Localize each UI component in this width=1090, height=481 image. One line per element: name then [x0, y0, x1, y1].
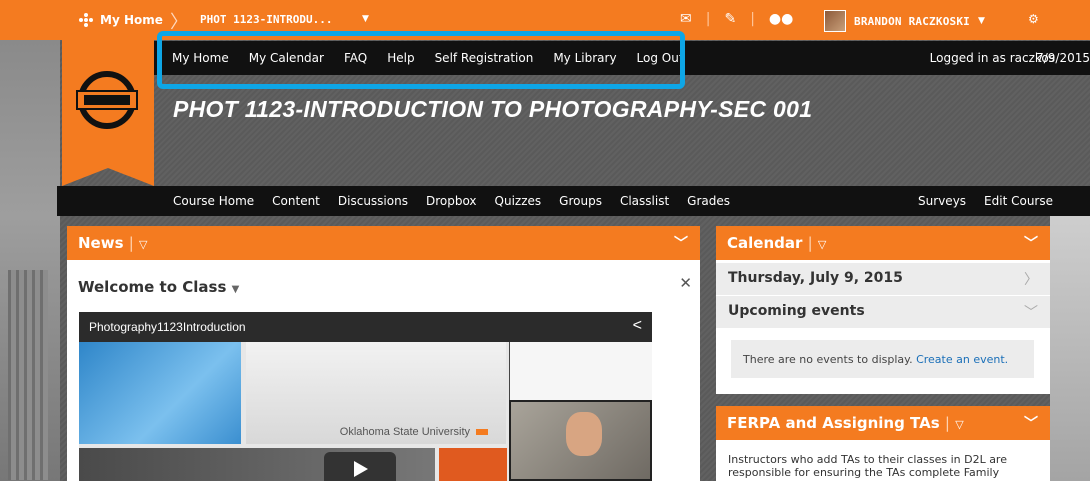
news-item-title[interactable]: Welcome to Class ▼	[78, 278, 239, 296]
divider: |	[750, 11, 755, 27]
calendar-date-row[interactable]: Thursday, July 9, 2015 〉	[716, 263, 1050, 295]
current-date: 7/9/2015	[1036, 51, 1090, 65]
news-title-text: News	[78, 234, 124, 252]
video-player[interactable]: Photography1123Introduction < Oklahoma S…	[79, 312, 652, 481]
highlight-box	[157, 31, 685, 89]
caret-down-icon[interactable]: ▼	[362, 14, 369, 24]
ferpa-text: Instructors who add TAs to their classes…	[728, 453, 1007, 479]
divider: |	[705, 11, 711, 27]
chevron-down-icon: ﹀	[1024, 305, 1038, 321]
nav-discussions[interactable]: Discussions	[338, 194, 408, 208]
nav-grades[interactable]: Grades	[687, 194, 730, 208]
create-event-link[interactable]: Create an event.	[916, 353, 1008, 366]
collapse-chevron-icon[interactable]: ﹀	[674, 233, 688, 253]
osu-logo-mark	[76, 71, 138, 129]
nav-dropbox[interactable]: Dropbox	[426, 194, 477, 208]
user-name: BRANDON RACZKOSKI	[854, 14, 970, 28]
caret-down-icon: ▼	[977, 16, 985, 26]
ferpa-widget-header: FERPA and Assigning TAs | ▽ ﹀	[716, 406, 1050, 440]
video-thumbnail	[79, 342, 241, 444]
video-title: Photography1123Introduction	[89, 320, 246, 334]
nav-edit-course[interactable]: Edit Course	[984, 194, 1053, 208]
course-navbar: Course Home Content Discussions Dropbox …	[57, 186, 1090, 216]
close-icon[interactable]: ✕	[679, 274, 692, 292]
nav-surveys[interactable]: Surveys	[918, 194, 966, 208]
calendar-date: Thursday, July 9, 2015	[728, 270, 903, 286]
video-thumbnail: Oklahoma State University	[246, 342, 506, 444]
no-events-message: There are no events to display. Create a…	[743, 353, 1008, 366]
news-widget-header: News | ▽ ﹀	[67, 226, 700, 260]
nav-course-home[interactable]: Course Home	[173, 194, 254, 208]
video-thumbnail	[439, 448, 507, 481]
upcoming-events-label: Upcoming events	[728, 303, 865, 319]
calendar-widget-body: Thursday, July 9, 2015 〉 Upcoming events…	[716, 260, 1050, 394]
share-icon[interactable]: <	[633, 317, 642, 335]
osu-logo[interactable]	[62, 40, 154, 186]
subscriptions-icon[interactable]: ●●	[769, 11, 793, 27]
mail-icon[interactable]: ✉	[680, 11, 692, 27]
news-widget-body: Welcome to Class ▼ ✕ Photography1123Intr…	[67, 260, 700, 481]
background-building-left	[0, 40, 60, 481]
my-home-link[interactable]: My Home	[78, 12, 163, 28]
calendar-widget-header: Calendar | ▽ ﹀	[716, 226, 1050, 260]
calendar-title[interactable]: Calendar | ▽	[727, 234, 826, 252]
presenter-face	[566, 412, 602, 456]
notification-icons: ✉ | ✎ | ●●	[680, 11, 793, 27]
nav-groups[interactable]: Groups	[559, 194, 602, 208]
news-title[interactable]: News | ▽	[78, 234, 148, 252]
ferpa-title-text: FERPA and Assigning TAs	[727, 414, 940, 432]
messages-icon[interactable]: ✎	[724, 11, 736, 27]
news-item-title-text: Welcome to Class	[78, 278, 227, 296]
video-presenter-thumbnail	[509, 400, 652, 481]
upcoming-events-row[interactable]: Upcoming events ﹀	[716, 296, 1050, 328]
no-events-text: There are no events to display.	[743, 353, 913, 366]
video-thumbnail	[509, 342, 652, 400]
course-selector[interactable]: PHOT 1123-INTRODU...	[200, 13, 332, 26]
my-home-label: My Home	[100, 13, 163, 27]
home-flower-icon	[79, 13, 93, 27]
chevron-right-icon: 〉	[1024, 272, 1038, 288]
background-building-right	[1050, 210, 1090, 481]
settings-gear-icon[interactable]: ⚙	[1028, 12, 1039, 26]
course-nav-items: Course Home Content Discussions Dropbox …	[173, 194, 730, 208]
user-menu[interactable]: BRANDON RACZKOSKI ▼	[824, 10, 985, 32]
play-icon[interactable]	[324, 452, 396, 481]
nav-classlist[interactable]: Classlist	[620, 194, 669, 208]
avatar	[824, 10, 846, 32]
video-title-bar: Photography1123Introduction <	[79, 312, 652, 342]
nav-content[interactable]: Content	[272, 194, 320, 208]
nav-quizzes[interactable]: Quizzes	[495, 194, 542, 208]
events-panel: There are no events to display. Create a…	[731, 340, 1034, 378]
ferpa-widget-body: Instructors who add TAs to their classes…	[716, 440, 1050, 481]
page-title: PHOT 1123-INTRODUCTION TO PHOTOGRAPHY-SE…	[173, 96, 813, 122]
calendar-title-text: Calendar	[727, 234, 803, 252]
video-caption: Oklahoma State University	[340, 426, 488, 438]
collapse-chevron-icon[interactable]: ﹀	[1024, 413, 1038, 433]
ferpa-title[interactable]: FERPA and Assigning TAs | ▽	[727, 414, 964, 432]
course-nav-right: Surveys Edit Course	[918, 194, 1053, 208]
collapse-chevron-icon[interactable]: ﹀	[1024, 233, 1038, 253]
